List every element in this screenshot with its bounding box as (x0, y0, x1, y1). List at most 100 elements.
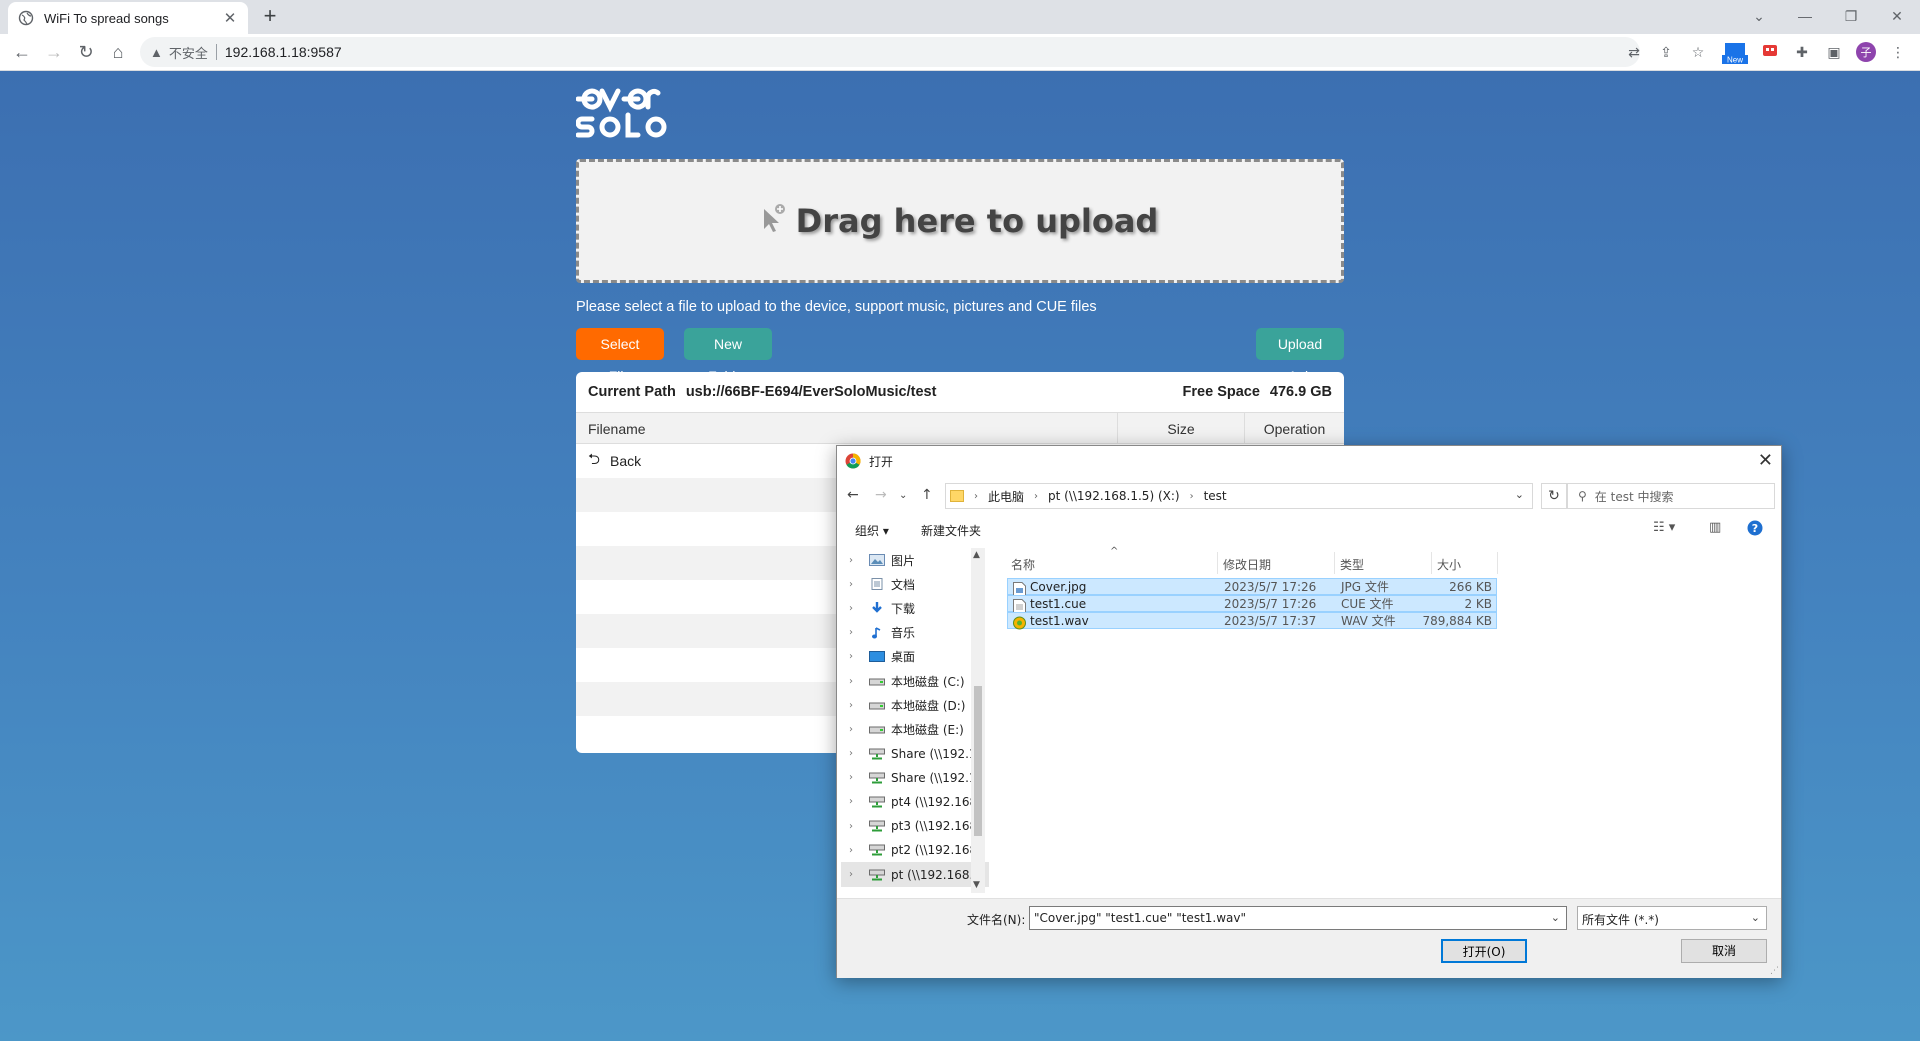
dialog-back-icon[interactable]: ← (847, 487, 859, 503)
expand-arrow-icon[interactable]: › (849, 555, 863, 566)
browser-tab[interactable]: WiFi To spread songs ✕ (8, 2, 248, 34)
chevron-down-icon[interactable]: ⌄ (1551, 911, 1560, 924)
downloads-icon (869, 602, 891, 614)
window-close-icon[interactable]: ✕ (1874, 4, 1920, 30)
expand-arrow-icon[interactable]: › (849, 579, 863, 590)
address-bar[interactable]: ▲ 不安全 192.168.1.18:9587 (140, 37, 1640, 67)
nav-item[interactable]: › 图片 (841, 548, 989, 572)
breadcrumb-drive[interactable]: pt (\\192.168.1.5) (X:) (1048, 489, 1180, 503)
date-column-header[interactable]: 修改日期 (1223, 556, 1271, 573)
expand-arrow-icon[interactable]: › (849, 651, 863, 662)
expand-arrow-icon[interactable]: › (849, 869, 863, 880)
forward-arrow-icon[interactable]: → (40, 38, 68, 66)
nav-item[interactable]: › pt2 (\\192.168. (841, 838, 989, 862)
restore-icon[interactable]: ❐ (1828, 4, 1874, 30)
breadcrumb-folder[interactable]: test (1204, 489, 1227, 503)
expand-arrow-icon[interactable]: › (849, 724, 863, 735)
nav-item[interactable]: › pt (\\192.168.1 (841, 862, 989, 887)
expand-arrow-icon[interactable]: › (849, 796, 863, 807)
nav-item[interactable]: › pt4 (\\192.168. (841, 790, 989, 814)
new-tab-button[interactable]: + (258, 5, 282, 29)
dialog-forward-icon[interactable]: → (875, 487, 887, 503)
new-folder-command[interactable]: 新建文件夹 (921, 522, 981, 539)
file-type-select[interactable]: 所有文件 (*.*) ⌄ (1577, 906, 1767, 930)
up-folder-icon[interactable]: ↑ (921, 487, 933, 503)
dialog-search-input[interactable]: ⚲ 在 test 中搜索 (1567, 483, 1775, 509)
view-options-icon[interactable]: ☷ ▾ (1653, 520, 1675, 535)
resize-grip-icon[interactable]: ⋰ (1770, 966, 1779, 976)
chevron-down-icon[interactable]: ⌄ (1515, 488, 1524, 501)
side-panel-icon[interactable]: ▣ (1824, 42, 1844, 62)
expand-arrow-icon[interactable]: › (849, 845, 863, 856)
expand-arrow-icon[interactable]: › (849, 821, 863, 832)
nav-item[interactable]: › 桌面 (841, 645, 989, 669)
breadcrumb-this-pc[interactable]: 此电脑 (988, 488, 1024, 505)
back-arrow-icon[interactable]: ← (8, 38, 36, 66)
extension-new-icon[interactable]: New (1722, 42, 1748, 65)
expand-arrow-icon[interactable]: › (849, 627, 863, 638)
help-icon[interactable]: ? (1747, 520, 1763, 540)
name-column-header[interactable]: 名称 (1011, 556, 1035, 573)
nav-item[interactable]: › Share (\\192.16 (841, 742, 989, 766)
file-row[interactable]: test1.wav 2023/5/7 17:37 WAV 文件 789,884 KB (1007, 612, 1497, 630)
file-row[interactable]: Cover.jpg 2023/5/7 17:26 JPG 文件 266 KB (1007, 578, 1497, 596)
nav-item[interactable]: › 文档 (841, 572, 989, 596)
drive-icon (869, 699, 891, 711)
filename-input[interactable]: "Cover.jpg" "test1.cue" "test1.wav" ⌄ (1029, 906, 1567, 930)
nav-item[interactable]: › 本地磁盘 (D:) (841, 693, 989, 717)
reload-icon[interactable]: ↻ (72, 38, 100, 66)
music-icon (869, 626, 891, 639)
expand-arrow-icon[interactable]: › (849, 676, 863, 687)
svg-text:子: 子 (1861, 46, 1872, 59)
expand-arrow-icon[interactable]: › (849, 603, 863, 614)
refresh-icon[interactable]: ↻ (1541, 483, 1567, 509)
scroll-up-icon[interactable]: ▲ (973, 550, 980, 560)
scroll-down-icon[interactable]: ▼ (973, 880, 980, 890)
tab-close-icon[interactable]: ✕ (222, 9, 238, 27)
nav-item-label: pt2 (\\192.168. (891, 843, 981, 858)
expand-arrow-icon[interactable]: › (849, 700, 863, 711)
nav-item[interactable]: › 音乐 (841, 621, 989, 645)
select-file-button[interactable]: Select File (576, 328, 664, 384)
expand-arrow-icon[interactable]: › (849, 772, 863, 783)
share-icon[interactable]: ⇪ (1656, 42, 1676, 62)
file-row[interactable]: test1.cue 2023/5/7 17:26 CUE 文件 2 KB (1007, 595, 1497, 613)
preview-pane-icon[interactable]: ▥ (1709, 520, 1721, 535)
upload-apk-button[interactable]: Upload Apk (1256, 328, 1344, 384)
profile-avatar[interactable]: 子 (1856, 42, 1876, 62)
size-column-header[interactable]: 大小 (1437, 556, 1461, 573)
upload-drop-zone[interactable]: Drag here to upload (576, 159, 1344, 283)
browser-tab-bar: WiFi To spread songs ✕ + ⌄ — ❐ ✕ (0, 0, 1920, 34)
scroll-thumb[interactable] (974, 686, 982, 836)
open-button[interactable]: 打开(O) (1441, 939, 1527, 963)
tab-search-icon[interactable]: ⌄ (1736, 4, 1782, 30)
search-icon: ⚲ (1578, 489, 1587, 503)
nav-item[interactable]: › 本地磁盘 (E:) (841, 717, 989, 741)
expand-arrow-icon[interactable]: › (849, 748, 863, 759)
nav-item[interactable]: › pt3 (\\192.168. (841, 814, 989, 838)
home-icon[interactable]: ⌂ (104, 38, 132, 66)
navigation-scrollbar[interactable]: ▲ ▼ (971, 548, 985, 893)
organize-menu[interactable]: 组织 ▾ (855, 522, 889, 539)
minimize-icon[interactable]: — (1782, 4, 1828, 30)
current-path-label: Current Path (588, 384, 676, 400)
nav-item[interactable]: › 本地磁盘 (C:) (841, 669, 989, 693)
cancel-button[interactable]: 取消 (1681, 939, 1767, 963)
chevron-down-icon[interactable]: ⌄ (1751, 911, 1760, 924)
extension-red-icon[interactable] (1760, 42, 1780, 62)
nav-item[interactable]: › 下载 (841, 596, 989, 620)
dialog-close-icon[interactable]: ✕ (1758, 450, 1773, 471)
size-column-header: Size (1118, 413, 1245, 443)
dialog-address-bar[interactable]: › 此电脑 › pt (\\192.168.1.5) (X:) › test ⌄ (945, 483, 1533, 509)
new-folder-button[interactable]: New Folder (684, 328, 772, 384)
folder-icon (950, 490, 964, 502)
recent-locations-icon[interactable]: ⌄ (899, 490, 907, 501)
nav-item[interactable]: › Share (\\192.16 (841, 766, 989, 790)
translate-icon[interactable]: ⇄ (1624, 42, 1644, 62)
extensions-puzzle-icon[interactable]: ✚ (1792, 42, 1812, 62)
bookmark-star-icon[interactable]: ☆ (1688, 42, 1708, 62)
drop-text: Drag here to upload (795, 202, 1159, 240)
file-list-header: 名称 ^ 修改日期 类型 大小 (1007, 546, 1777, 578)
type-column-header[interactable]: 类型 (1340, 556, 1364, 573)
menu-kebab-icon[interactable]: ⋮ (1888, 42, 1908, 62)
